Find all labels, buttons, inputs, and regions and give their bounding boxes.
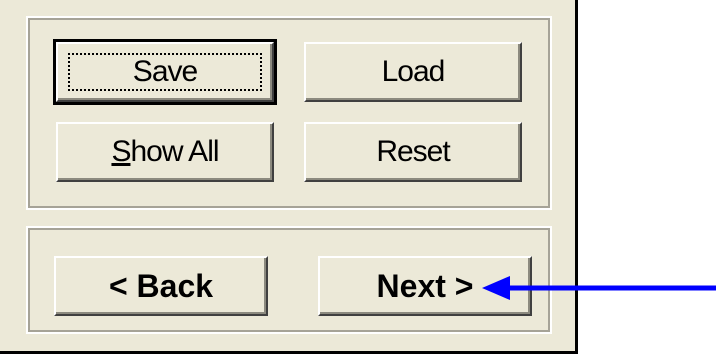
load-button[interactable]: Load (304, 42, 522, 102)
show-all-label-rest: how All (130, 135, 219, 168)
back-button[interactable]: < Back (54, 256, 268, 316)
load-button-label: Load (381, 55, 446, 88)
show-all-button-label: Show All (111, 135, 219, 169)
pointer-arrow-icon (482, 276, 716, 300)
next-button-label: Next > (376, 267, 474, 304)
reset-button[interactable]: Reset (304, 122, 522, 182)
save-mnemonic: S (132, 55, 153, 88)
show-all-button[interactable]: Show All (56, 122, 274, 182)
save-button[interactable]: Save (53, 39, 277, 105)
save-label-rest: ave (151, 55, 198, 88)
save-button-label: Save (132, 55, 198, 89)
back-button-label: < Back (108, 267, 214, 304)
show-all-mnemonic: S (111, 135, 131, 168)
reset-button-label: Reset (376, 135, 450, 168)
